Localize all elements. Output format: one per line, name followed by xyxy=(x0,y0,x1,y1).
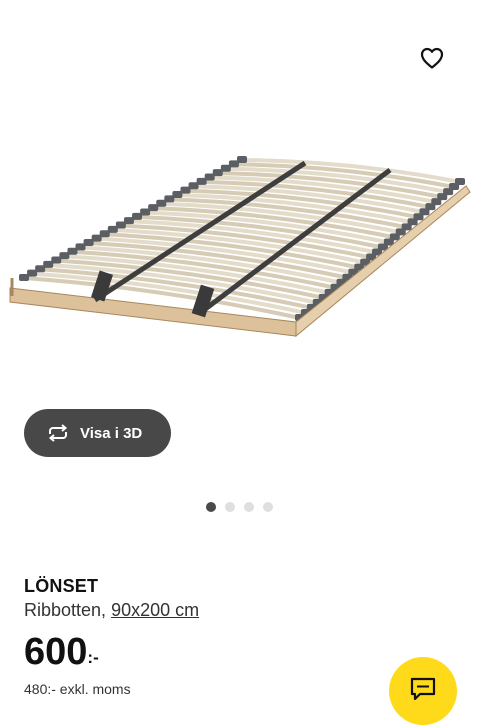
carousel-dot-1[interactable] xyxy=(206,502,216,512)
product-size-link[interactable]: 90x200 cm xyxy=(111,600,199,620)
image-carousel-indicator xyxy=(206,502,273,512)
price-suffix: :- xyxy=(87,648,99,667)
product-description: Ribbotten, 90x200 cm xyxy=(24,600,199,621)
view-in-3d-button[interactable]: Visa i 3D xyxy=(24,409,171,457)
carousel-dot-2[interactable] xyxy=(225,502,235,512)
product-name: LÖNSET xyxy=(24,576,99,596)
carousel-dot-4[interactable] xyxy=(263,502,273,512)
slat-holder xyxy=(237,156,247,163)
slatted-bed-base-illustration xyxy=(9,156,471,338)
price-value: 600 xyxy=(24,631,88,673)
view-in-3d-label: Visa i 3D xyxy=(80,424,143,442)
price-excluding-vat: 480:- exkl. moms xyxy=(24,681,131,697)
product-image[interactable] xyxy=(0,100,480,430)
product-price: 600 :- xyxy=(24,630,99,674)
product-type: Ribbotten, xyxy=(24,600,112,620)
chat-button[interactable] xyxy=(389,657,457,725)
carousel-dot-3[interactable] xyxy=(244,502,254,512)
favorite-button[interactable] xyxy=(414,40,450,76)
rotate-icon xyxy=(48,424,68,442)
chat-icon xyxy=(410,677,436,701)
slat-holder xyxy=(455,178,465,185)
heart-icon xyxy=(420,47,444,69)
